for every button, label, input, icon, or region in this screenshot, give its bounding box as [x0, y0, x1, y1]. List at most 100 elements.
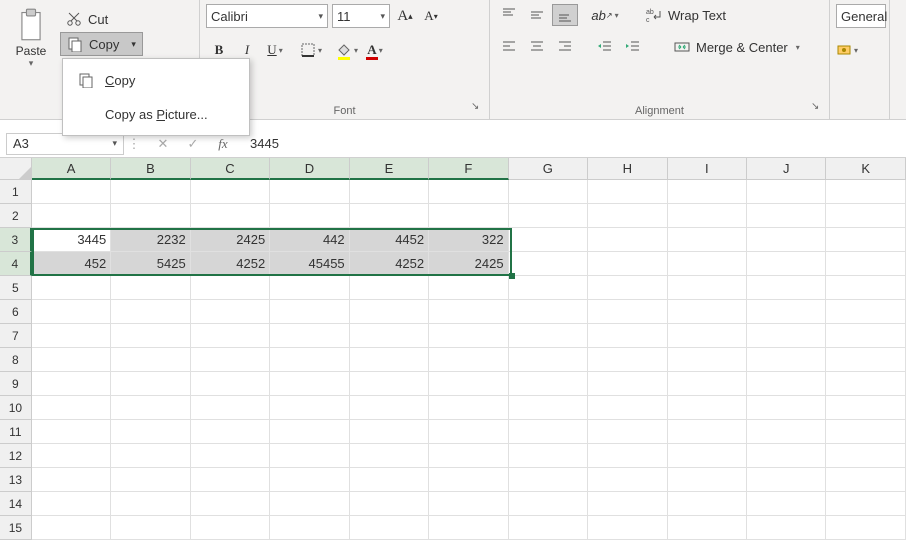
cell-J14[interactable]: [747, 492, 826, 516]
cell-E6[interactable]: [350, 300, 429, 324]
row-header-8[interactable]: 8: [0, 348, 32, 372]
cell-B2[interactable]: [111, 204, 190, 228]
align-top-button[interactable]: [496, 4, 522, 26]
cell-H4[interactable]: [588, 252, 667, 276]
cut-button[interactable]: Cut: [60, 8, 143, 30]
cell-F10[interactable]: [429, 396, 508, 420]
cell-I11[interactable]: [668, 420, 747, 444]
cell-K3[interactable]: [826, 228, 905, 252]
cell-J8[interactable]: [747, 348, 826, 372]
font-size-combo[interactable]: 11 ▾: [332, 4, 390, 28]
cell-H2[interactable]: [588, 204, 667, 228]
row-header-4[interactable]: 4: [0, 252, 32, 276]
cell-E5[interactable]: [350, 276, 429, 300]
alignment-dialog-launcher[interactable]: ↘: [811, 101, 825, 115]
decrease-font-size-button[interactable]: A▾: [420, 5, 442, 27]
cell-F14[interactable]: [429, 492, 508, 516]
cell-B12[interactable]: [111, 444, 190, 468]
cell-F2[interactable]: [429, 204, 508, 228]
cell-B7[interactable]: [111, 324, 190, 348]
cell-A11[interactable]: [32, 420, 111, 444]
cell-K10[interactable]: [826, 396, 905, 420]
cell-A13[interactable]: [32, 468, 111, 492]
wrap-text-button[interactable]: abc Wrap Text: [640, 5, 732, 25]
cell-G1[interactable]: [509, 180, 588, 204]
align-left-button[interactable]: [496, 36, 522, 58]
cell-F15[interactable]: [429, 516, 508, 540]
cell-D2[interactable]: [270, 204, 349, 228]
col-header-b[interactable]: B: [111, 158, 190, 180]
cell-J13[interactable]: [747, 468, 826, 492]
increase-indent-button[interactable]: [620, 36, 646, 58]
cell-A7[interactable]: [32, 324, 111, 348]
cell-G11[interactable]: [509, 420, 588, 444]
cell-D15[interactable]: [270, 516, 349, 540]
font-name-combo[interactable]: Calibri ▾: [206, 4, 328, 28]
cell-K11[interactable]: [826, 420, 905, 444]
cell-K6[interactable]: [826, 300, 905, 324]
cell-E7[interactable]: [350, 324, 429, 348]
decrease-indent-button[interactable]: [592, 36, 618, 58]
cell-G7[interactable]: [509, 324, 588, 348]
cell-C2[interactable]: [191, 204, 270, 228]
row-header-5[interactable]: 5: [0, 276, 32, 300]
cell-J15[interactable]: [747, 516, 826, 540]
cell-J4[interactable]: [747, 252, 826, 276]
cell-H14[interactable]: [588, 492, 667, 516]
cell-H7[interactable]: [588, 324, 667, 348]
cell-J6[interactable]: [747, 300, 826, 324]
cell-H15[interactable]: [588, 516, 667, 540]
cell-H6[interactable]: [588, 300, 667, 324]
cell-I3[interactable]: [668, 228, 747, 252]
cell-K14[interactable]: [826, 492, 905, 516]
cell-I10[interactable]: [668, 396, 747, 420]
paste-button[interactable]: Paste ▾: [6, 4, 56, 69]
cell-G6[interactable]: [509, 300, 588, 324]
row-header-10[interactable]: 10: [0, 396, 32, 420]
cell-F3[interactable]: 322: [429, 228, 508, 252]
cell-G3[interactable]: [509, 228, 588, 252]
cell-D11[interactable]: [270, 420, 349, 444]
namebox-resize-handle[interactable]: ⋮: [124, 136, 144, 152]
row-header-9[interactable]: 9: [0, 372, 32, 396]
cell-E8[interactable]: [350, 348, 429, 372]
cell-J11[interactable]: [747, 420, 826, 444]
align-center-button[interactable]: [524, 36, 550, 58]
row-header-6[interactable]: 6: [0, 300, 32, 324]
cell-A15[interactable]: [32, 516, 111, 540]
font-color-button[interactable]: A ▾: [362, 38, 388, 62]
cell-B1[interactable]: [111, 180, 190, 204]
cell-H8[interactable]: [588, 348, 667, 372]
cell-C1[interactable]: [191, 180, 270, 204]
cell-F4[interactable]: 2425: [429, 252, 508, 276]
col-header-c[interactable]: C: [191, 158, 270, 180]
cell-J7[interactable]: [747, 324, 826, 348]
row-header-15[interactable]: 15: [0, 516, 32, 540]
col-header-f[interactable]: F: [429, 158, 508, 180]
cell-E14[interactable]: [350, 492, 429, 516]
cell-A3[interactable]: 3445: [32, 228, 111, 252]
cell-A8[interactable]: [32, 348, 111, 372]
cell-G12[interactable]: [509, 444, 588, 468]
cell-H5[interactable]: [588, 276, 667, 300]
cell-K8[interactable]: [826, 348, 905, 372]
cell-K5[interactable]: [826, 276, 905, 300]
number-format-combo[interactable]: General: [836, 4, 886, 28]
cell-A10[interactable]: [32, 396, 111, 420]
cell-I6[interactable]: [668, 300, 747, 324]
row-header-14[interactable]: 14: [0, 492, 32, 516]
cell-A12[interactable]: [32, 444, 111, 468]
cell-G10[interactable]: [509, 396, 588, 420]
cell-B11[interactable]: [111, 420, 190, 444]
cell-H3[interactable]: [588, 228, 667, 252]
cell-C15[interactable]: [191, 516, 270, 540]
cell-D14[interactable]: [270, 492, 349, 516]
cell-H1[interactable]: [588, 180, 667, 204]
menu-copy[interactable]: Copy: [63, 63, 249, 97]
row-header-2[interactable]: 2: [0, 204, 32, 228]
col-header-g[interactable]: G: [509, 158, 588, 180]
cell-J5[interactable]: [747, 276, 826, 300]
increase-font-size-button[interactable]: A▴: [394, 5, 416, 27]
cell-D4[interactable]: 45455: [270, 252, 349, 276]
cell-C10[interactable]: [191, 396, 270, 420]
